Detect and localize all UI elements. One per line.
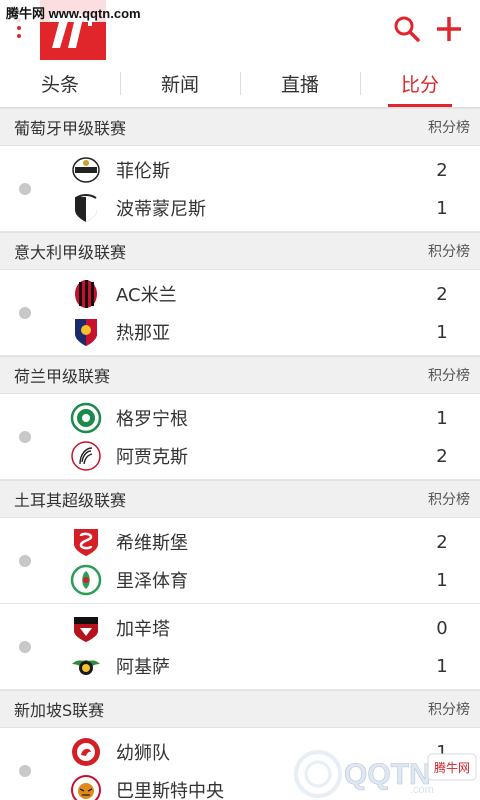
portimonense-crest-icon — [75, 194, 97, 222]
gaziantep-crest-icon — [74, 617, 98, 642]
match-row[interactable]: AC米兰 2 热那亚 1 — [0, 270, 480, 356]
team-name: 热那亚 — [116, 323, 170, 344]
balestier-central-crest-icon — [71, 775, 101, 800]
away-team-row: 波蒂蒙尼斯 1 — [70, 189, 448, 227]
ac-milan-crest-icon — [75, 280, 97, 308]
away-score: 1 — [436, 321, 448, 343]
league-header: 荷兰甲级联赛 积分榜 — [0, 356, 480, 394]
tab-headlines[interactable]: 头条 — [0, 60, 120, 107]
home-score: 2 — [436, 283, 448, 305]
team-name: 加辛塔 — [116, 619, 170, 640]
team-name: 里泽体育 — [116, 571, 188, 592]
young-lions-crest-icon — [72, 738, 100, 766]
away-team-row: 热那亚 1 — [70, 313, 448, 351]
home-score: 2 — [436, 159, 448, 181]
league-name: 意大利甲级联赛 — [14, 243, 127, 262]
home-score: 2 — [436, 531, 448, 553]
sivasspor-crest-icon — [74, 529, 98, 556]
league-header: 新加坡S联赛 积分榜 — [0, 690, 480, 728]
match-row[interactable]: 希维斯堡 2 里泽体育 1 — [0, 518, 480, 604]
team-name: 波蒂蒙尼斯 — [116, 199, 206, 220]
match-status-dot — [19, 307, 31, 319]
match-status-dot — [19, 431, 31, 443]
tab-live[interactable]: 直播 — [240, 60, 360, 107]
akhisar-crest-icon — [72, 660, 100, 675]
match-row[interactable]: 菲伦斯 2 波蒂蒙尼斯 1 — [0, 146, 480, 232]
standings-link[interactable]: 积分榜 — [428, 241, 470, 261]
plus-icon[interactable] — [432, 12, 466, 46]
league-name: 新加坡S联赛 — [14, 701, 105, 720]
match-row[interactable]: 格罗宁根 1 阿贾克斯 2 — [0, 394, 480, 480]
away-score: 1 — [436, 569, 448, 591]
team-name: 格罗宁根 — [116, 409, 188, 430]
rizespor-crest-icon — [70, 564, 102, 596]
team-name: 阿基萨 — [116, 657, 170, 678]
match-row[interactable]: 加辛塔 0 阿基萨 1 — [0, 604, 480, 690]
away-team-row: 阿贾克斯 2 — [70, 437, 448, 475]
watermark-badge: 腾牛网 — [434, 760, 470, 775]
search-icon[interactable] — [390, 12, 424, 46]
league-name: 土耳其超级联赛 — [14, 491, 127, 510]
tab-bar: 头条 新闻 直播 比分 — [0, 60, 480, 108]
team-name: 阿贾克斯 — [116, 447, 188, 468]
tab-scores[interactable]: 比分 — [360, 60, 480, 107]
watermark-top: 腾牛网 www.qqtn.com — [0, 0, 147, 22]
match-status-dot — [19, 555, 31, 567]
team-name: 菲伦斯 — [116, 161, 170, 182]
ajax-crest-icon — [71, 441, 101, 471]
match-status-dot — [19, 183, 31, 195]
team-name: AC米兰 — [116, 285, 177, 306]
standings-link[interactable]: 积分榜 — [428, 365, 470, 385]
away-team-row: 里泽体育 1 — [70, 561, 448, 599]
league-header: 土耳其超级联赛 积分榜 — [0, 480, 480, 518]
league-name: 葡萄牙甲级联赛 — [14, 119, 127, 138]
qqtn-watermark: QQTN .com 腾牛网 — [290, 746, 480, 800]
home-score: 0 — [436, 617, 448, 639]
farense-crest-icon — [72, 157, 100, 183]
scores-list: 葡萄牙甲级联赛 积分榜 菲伦斯 2 波蒂蒙尼斯 1 意大利甲级联赛 积分榜 AC… — [0, 108, 480, 800]
genoa-crest-icon — [75, 319, 97, 346]
team-name: 希维斯堡 — [116, 533, 188, 554]
standings-link[interactable]: 积分榜 — [428, 699, 470, 719]
league-header: 葡萄牙甲级联赛 积分榜 — [0, 108, 480, 146]
match-status-dot — [19, 641, 31, 653]
standings-link[interactable]: 积分榜 — [428, 117, 470, 137]
home-team-row: AC米兰 2 — [70, 275, 448, 313]
home-team-row: 格罗宁根 1 — [70, 399, 448, 437]
league-name: 荷兰甲级联赛 — [14, 367, 111, 386]
match-status-dot — [19, 765, 31, 777]
league-header: 意大利甲级联赛 积分榜 — [0, 232, 480, 270]
groningen-crest-icon — [70, 402, 102, 434]
away-score: 1 — [436, 655, 448, 677]
home-team-row: 加辛塔 0 — [70, 609, 448, 647]
standings-link[interactable]: 积分榜 — [428, 489, 470, 509]
tab-news[interactable]: 新闻 — [120, 60, 240, 107]
away-score: 1 — [436, 197, 448, 219]
watermark-suffix: .com — [410, 784, 434, 796]
home-score: 1 — [436, 407, 448, 429]
home-team-row: 菲伦斯 2 — [70, 151, 448, 189]
home-team-row: 希维斯堡 2 — [70, 523, 448, 561]
away-score: 2 — [436, 445, 448, 467]
away-team-row: 阿基萨 1 — [70, 647, 448, 685]
